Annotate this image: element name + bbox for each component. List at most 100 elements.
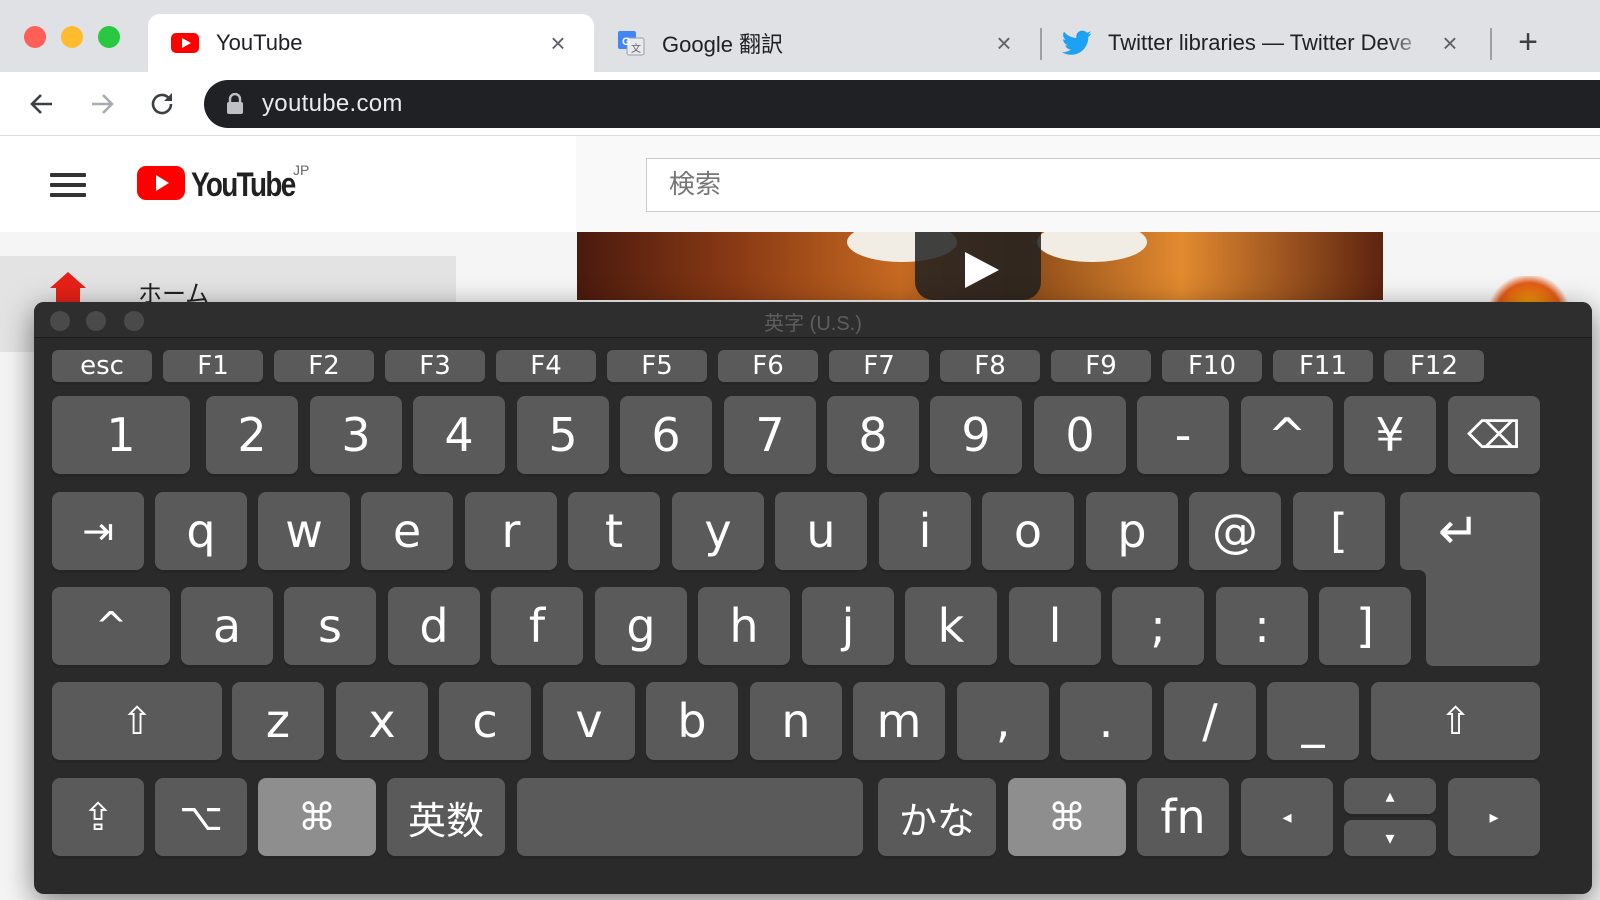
key-v[interactable]: v <box>543 682 635 760</box>
key-kana[interactable]: かな <box>878 778 996 856</box>
key-left-bracket[interactable]: [ <box>1293 492 1385 570</box>
key-yen[interactable]: ¥ <box>1344 396 1436 474</box>
key-f10[interactable]: F10 <box>1162 350 1262 382</box>
minimize-window-button[interactable] <box>61 26 83 48</box>
key-arrow-up[interactable]: ▴ <box>1344 778 1436 814</box>
key-comma[interactable]: , <box>957 682 1049 760</box>
key-r[interactable]: r <box>465 492 557 570</box>
key-5[interactable]: 5 <box>517 396 609 474</box>
key-d[interactable]: d <box>388 587 480 665</box>
key-z[interactable]: z <box>232 682 324 760</box>
search-box[interactable] <box>646 158 1600 212</box>
key-7[interactable]: 7 <box>724 396 816 474</box>
key-f[interactable]: f <box>491 587 583 665</box>
key-h[interactable]: h <box>698 587 790 665</box>
key-caret[interactable]: ^ <box>1241 396 1333 474</box>
key-u[interactable]: u <box>775 492 867 570</box>
key-6[interactable]: 6 <box>620 396 712 474</box>
tab-strip: YouTube × G文 Google 翻訳 × Twitter librari… <box>0 0 1600 72</box>
back-button[interactable] <box>22 84 62 124</box>
key-f4[interactable]: F4 <box>496 350 596 382</box>
key-4[interactable]: 4 <box>413 396 505 474</box>
close-tab-icon[interactable]: × <box>1436 28 1464 59</box>
key-at[interactable]: @ <box>1189 492 1281 570</box>
key-b[interactable]: b <box>646 682 738 760</box>
key-t[interactable]: t <box>568 492 660 570</box>
key-space[interactable] <box>517 778 863 856</box>
key-arrow-left[interactable]: ◂ <box>1241 778 1333 856</box>
key-eisu[interactable]: 英数 <box>387 778 505 856</box>
key-s[interactable]: s <box>284 587 376 665</box>
key-caps-lock[interactable]: ⇪ <box>52 778 144 856</box>
key-0[interactable]: 0 <box>1034 396 1126 474</box>
key-k[interactable]: k <box>905 587 997 665</box>
key-f6[interactable]: F6 <box>718 350 818 382</box>
key-underscore[interactable]: _ <box>1267 682 1359 760</box>
close-tab-icon[interactable]: × <box>990 28 1018 59</box>
key-right-shift[interactable]: ⇧ <box>1371 682 1540 760</box>
key-3[interactable]: 3 <box>310 396 402 474</box>
key-right-bracket[interactable]: ] <box>1319 587 1411 665</box>
key-esc[interactable]: esc <box>52 350 152 382</box>
close-window-button[interactable] <box>24 26 46 48</box>
menu-hamburger-icon[interactable] <box>50 173 86 203</box>
key-8[interactable]: 8 <box>827 396 919 474</box>
video-thumbnail[interactable] <box>577 232 1383 300</box>
key-arrow-down[interactable]: ▾ <box>1344 820 1436 856</box>
key-q[interactable]: q <box>155 492 247 570</box>
key-return[interactable]: ↵ <box>1400 492 1540 666</box>
key-arrow-right[interactable]: ▸ <box>1448 778 1540 856</box>
key-9[interactable]: 9 <box>930 396 1022 474</box>
key-period[interactable]: . <box>1060 682 1152 760</box>
key-g[interactable]: g <box>595 587 687 665</box>
tab-youtube[interactable]: YouTube × <box>148 14 594 72</box>
key-o[interactable]: o <box>982 492 1074 570</box>
new-tab-button[interactable]: + <box>1508 24 1548 60</box>
key-f1[interactable]: F1 <box>163 350 263 382</box>
key-p[interactable]: p <box>1086 492 1178 570</box>
key-tab[interactable]: ⇥ <box>52 492 144 570</box>
key-f11[interactable]: F11 <box>1273 350 1373 382</box>
key-f3[interactable]: F3 <box>385 350 485 382</box>
key-n[interactable]: n <box>750 682 842 760</box>
key-w[interactable]: w <box>258 492 350 570</box>
key-l[interactable]: l <box>1009 587 1101 665</box>
key-left-command[interactable]: ⌘ <box>258 778 376 856</box>
key-i[interactable]: i <box>879 492 971 570</box>
key-f12[interactable]: F12 <box>1384 350 1484 382</box>
tab-google-translate[interactable]: G文 Google 翻訳 × <box>594 14 1040 72</box>
key-f7[interactable]: F7 <box>829 350 929 382</box>
search-input[interactable] <box>647 159 1600 211</box>
key-c[interactable]: c <box>439 682 531 760</box>
reload-button[interactable] <box>142 84 182 124</box>
zoom-window-button[interactable] <box>98 26 120 48</box>
key-fn[interactable]: fn <box>1137 778 1229 856</box>
key-e[interactable]: e <box>361 492 453 570</box>
tab-twitter[interactable]: Twitter libraries — Twitter Deve × <box>1040 14 1486 72</box>
key-minus[interactable]: - <box>1137 396 1229 474</box>
key-f8[interactable]: F8 <box>940 350 1040 382</box>
key-2[interactable]: 2 <box>206 396 298 474</box>
google-translate-icon: G文 <box>616 28 646 58</box>
youtube-logo[interactable]: YouTube JP <box>137 162 317 205</box>
key-delete[interactable]: ⌫ <box>1448 396 1540 474</box>
key-m[interactable]: m <box>853 682 945 760</box>
key-f9[interactable]: F9 <box>1051 350 1151 382</box>
key-right-command[interactable]: ⌘ <box>1008 778 1126 856</box>
key-f2[interactable]: F2 <box>274 350 374 382</box>
key-j[interactable]: j <box>802 587 894 665</box>
key-left-shift[interactable]: ⇧ <box>52 682 222 760</box>
key-x[interactable]: x <box>336 682 428 760</box>
key-a[interactable]: a <box>181 587 273 665</box>
close-tab-icon[interactable]: × <box>544 28 572 59</box>
key-colon[interactable]: : <box>1216 587 1308 665</box>
key-f5[interactable]: F5 <box>607 350 707 382</box>
key-y[interactable]: y <box>672 492 764 570</box>
key-1[interactable]: 1 <box>52 396 190 474</box>
key-slash[interactable]: / <box>1164 682 1256 760</box>
forward-button[interactable] <box>82 84 122 124</box>
address-bar[interactable]: youtube.com <box>204 80 1600 128</box>
key-option[interactable]: ⌥ <box>155 778 247 856</box>
key-semicolon[interactable]: ; <box>1112 587 1204 665</box>
key-control[interactable]: ^ <box>52 587 170 665</box>
